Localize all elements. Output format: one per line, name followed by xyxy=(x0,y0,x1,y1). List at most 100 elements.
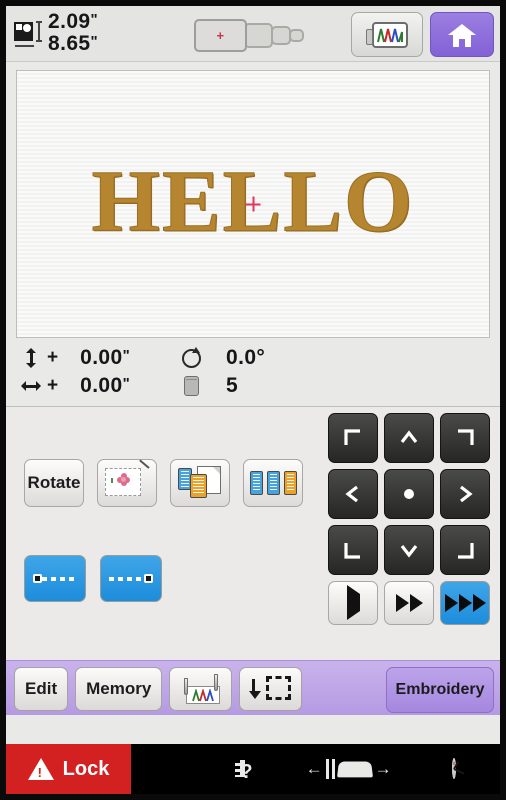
move-bottom-right-button[interactable] xyxy=(440,525,490,575)
hoop-option-largest[interactable]: + xyxy=(194,18,247,52)
move-bottom-left-button[interactable] xyxy=(328,525,378,575)
duplicate-layer-button[interactable] xyxy=(170,459,230,507)
rotate-button-label: Rotate xyxy=(27,473,81,492)
embroidery-mode-button[interactable]: Embroidery xyxy=(386,667,494,713)
arrow-up-icon xyxy=(398,427,420,449)
hoop-option-small[interactable] xyxy=(289,28,305,42)
needle-thread-icon xyxy=(178,674,224,704)
speed-fast-button[interactable] xyxy=(440,581,490,625)
arrow-right-icon xyxy=(454,483,476,505)
help-guide-button[interactable] xyxy=(235,760,246,778)
move-center-button[interactable] xyxy=(384,469,434,519)
design-canvas-wrap: HELLO xyxy=(6,62,500,340)
thread-preview-icon xyxy=(365,21,408,48)
move-top-right-button[interactable] xyxy=(440,413,490,463)
move-down-button[interactable] xyxy=(384,525,434,575)
arrow-right-small-icon: → xyxy=(374,759,392,778)
stitch-start-icon xyxy=(33,574,77,584)
edit-button-row: Rotate xyxy=(24,459,303,507)
vertical-offset-icon xyxy=(18,348,44,368)
stitch-button-row xyxy=(24,555,162,602)
rotation-value: 0.0° xyxy=(226,346,266,369)
three-spools-icon xyxy=(249,471,297,495)
design-dimensions: 2.09" 8.65" xyxy=(14,10,98,56)
return-to-origin-icon xyxy=(248,676,291,702)
lock-button[interactable]: Lock xyxy=(6,744,131,794)
needle-thread-button[interactable] xyxy=(169,667,233,711)
edit-button-label: Edit xyxy=(25,679,58,698)
hoop-size-selector[interactable]: + xyxy=(194,18,305,52)
embroidery-mode-label: Embroidery xyxy=(395,681,485,698)
presser-foot-icon xyxy=(336,761,373,778)
thread-count-row: 5 xyxy=(178,374,265,398)
design-stats: + 0.00" + 0.00" 0.0° 5 xyxy=(6,340,500,407)
memory-button[interactable]: Memory xyxy=(75,667,163,711)
vertical-offset-sign: + xyxy=(47,347,59,368)
stitch-back-button[interactable] xyxy=(24,555,86,602)
arrow-down-icon xyxy=(398,539,420,561)
clock-button[interactable] xyxy=(451,758,465,779)
hoop-option-medium[interactable] xyxy=(270,25,292,45)
arrow-left-small-icon: ← xyxy=(305,759,323,778)
corner-top-right-icon xyxy=(454,427,476,449)
horizontal-offset-row: + 0.00" xyxy=(18,374,168,398)
play-icon xyxy=(346,585,360,620)
corner-top-left-icon xyxy=(342,427,364,449)
applique-flower-icon xyxy=(105,459,150,499)
speed-medium-button[interactable] xyxy=(384,581,434,625)
move-up-button[interactable] xyxy=(384,413,434,463)
corner-bottom-left-icon xyxy=(342,539,364,561)
move-top-left-button[interactable] xyxy=(328,413,378,463)
design-canvas[interactable]: HELLO xyxy=(16,70,490,338)
controls-area: Rotate xyxy=(6,407,500,660)
top-bar: 2.09" 8.65" + xyxy=(6,6,500,62)
bottom-toolbar: Edit Memory Embroidery xyxy=(6,660,500,715)
center-dot-icon xyxy=(398,483,420,505)
home-icon xyxy=(447,22,477,48)
move-left-button[interactable] xyxy=(328,469,378,519)
status-bar: Lock ← → xyxy=(6,744,500,794)
lock-button-label: Lock xyxy=(62,757,110,780)
vertical-offset-value: 0.00" xyxy=(80,346,131,369)
arrow-left-icon xyxy=(342,483,364,505)
warning-triangle-icon xyxy=(27,758,54,780)
design-height: 2.09" xyxy=(48,10,98,33)
presser-foot-button[interactable]: ← → xyxy=(306,759,392,779)
speed-slow-button[interactable] xyxy=(328,581,378,625)
fast-forward-icon xyxy=(395,594,423,612)
clock-icon xyxy=(451,758,465,779)
speed-button-row xyxy=(328,581,490,625)
thread-spool-icon xyxy=(178,376,204,396)
copy-layers-icon xyxy=(177,466,223,500)
machine-screen: 2.09" 8.65" + HELLO + 0.00" + 0.00" 0.0°… xyxy=(0,0,506,800)
applique-edit-button[interactable] xyxy=(97,459,157,507)
hoop-center-mark: + xyxy=(216,27,225,43)
design-size-icon xyxy=(14,19,42,48)
triple-forward-icon xyxy=(444,594,486,612)
rotation-icon xyxy=(178,346,204,368)
lcd-panel: 2.09" 8.65" + HELLO + 0.00" + 0.00" 0.0°… xyxy=(6,6,500,794)
home-button[interactable] xyxy=(430,12,494,57)
rotation-row: 0.0° xyxy=(178,346,265,370)
move-right-button[interactable] xyxy=(440,469,490,519)
crosshair-marker-icon xyxy=(245,196,261,212)
trace-frame-button[interactable] xyxy=(239,667,303,711)
rotate-button[interactable]: Rotate xyxy=(24,459,84,507)
stitch-end-icon xyxy=(109,574,153,584)
horizontal-offset-icon xyxy=(18,380,44,392)
thread-preview-button[interactable] xyxy=(351,12,423,57)
vertical-offset-row: + 0.00" xyxy=(18,346,168,370)
color-layers-button[interactable] xyxy=(243,459,303,507)
memory-button-label: Memory xyxy=(86,679,152,698)
needle-bars-icon xyxy=(325,759,335,779)
design-width: 8.65" xyxy=(48,32,98,56)
thread-count-value: 5 xyxy=(226,374,239,397)
edit-button[interactable]: Edit xyxy=(14,667,69,711)
corner-bottom-right-icon xyxy=(454,539,476,561)
move-dpad xyxy=(328,413,490,575)
stitch-forward-button[interactable] xyxy=(100,555,162,602)
horizontal-offset-sign: + xyxy=(47,375,59,396)
horizontal-offset-value: 0.00" xyxy=(80,374,131,397)
film-question-icon xyxy=(235,760,246,777)
hoop-option-large[interactable] xyxy=(243,22,273,48)
